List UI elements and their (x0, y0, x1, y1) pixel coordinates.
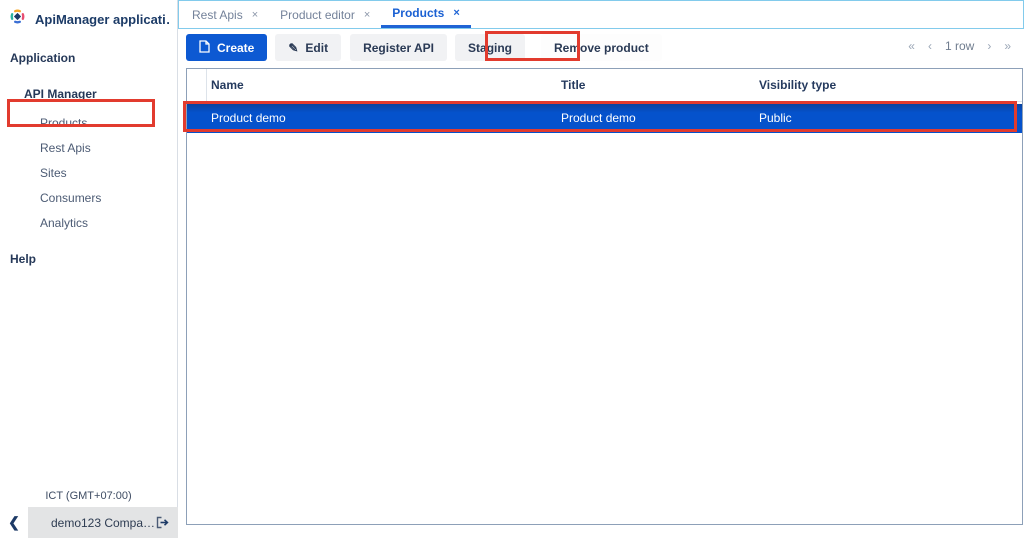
sidebar-collapse-button[interactable]: ❮ (0, 507, 28, 538)
cell-name: Product demo (211, 104, 286, 133)
sidebar-item-consumers[interactable]: Consumers (0, 185, 177, 210)
table-header-row: Name Title Visibility type (187, 69, 1022, 102)
toolbar: Create ✎ Edit Register API Staging Remov… (178, 33, 1024, 62)
staging-button[interactable]: Staging (455, 34, 525, 61)
pagination-row-count: 1 row (945, 39, 974, 53)
register-api-button-label: Register API (363, 41, 434, 55)
timezone-label: ICT (GMT+07:00) (0, 490, 177, 502)
edit-button-label: Edit (305, 41, 328, 55)
logout-icon[interactable] (156, 516, 169, 529)
sidebar-section-application: Application (10, 51, 177, 65)
app-header: ApiManager applicati… (0, 0, 177, 38)
create-file-icon (199, 40, 210, 56)
sidebar-item-analytics[interactable]: Analytics (0, 210, 177, 235)
tab-product-editor-label: Product editor (280, 8, 355, 22)
register-api-button[interactable]: Register API (350, 34, 447, 61)
column-header-name[interactable]: Name (211, 69, 244, 102)
tab-products[interactable]: Products × (381, 1, 470, 28)
pagination-last-button[interactable]: » (1004, 39, 1011, 53)
pencil-icon: ✎ (288, 42, 298, 54)
sidebar: ApiManager applicati… Application API Ma… (0, 0, 178, 538)
column-header-visibility-type[interactable]: Visibility type (759, 69, 836, 102)
sidebar-item-rest-apis[interactable]: Rest Apis (0, 135, 177, 160)
sidebar-item-products[interactable]: Products (0, 110, 177, 135)
main-area: Rest Apis × Product editor × Products × … (178, 0, 1024, 538)
app-title: ApiManager applicati… (35, 12, 171, 27)
tab-product-editor-close-icon[interactable]: × (364, 9, 370, 21)
tab-rest-apis[interactable]: Rest Apis × (181, 1, 269, 28)
sidebar-section-help: Help (10, 252, 177, 266)
column-header-title[interactable]: Title (561, 69, 585, 102)
sidebar-item-sites[interactable]: Sites (0, 160, 177, 185)
pagination-first-button[interactable]: « (908, 39, 915, 53)
create-button[interactable]: Create (186, 34, 267, 61)
pagination-prev-button[interactable]: ‹ (928, 39, 932, 53)
pagination: « ‹ 1 row › » (908, 39, 1011, 53)
pagination-next-button[interactable]: › (987, 39, 991, 53)
staging-button-label: Staging (468, 41, 512, 55)
sidebar-bottom-bar: ❮ demo123 Compa… (0, 507, 178, 538)
tab-products-label: Products (392, 6, 444, 20)
tab-product-editor[interactable]: Product editor × (269, 1, 381, 28)
tab-products-close-icon[interactable]: × (453, 7, 459, 19)
app-logo-icon (9, 8, 26, 30)
table-selection-column (187, 69, 207, 101)
tab-rest-apis-label: Rest Apis (192, 8, 243, 22)
remove-product-button-label: Remove product (554, 41, 649, 55)
tab-rest-apis-close-icon[interactable]: × (252, 9, 258, 21)
tab-bar: Rest Apis × Product editor × Products × (178, 0, 1024, 29)
create-button-label: Create (217, 41, 254, 55)
cell-visibility: Public (759, 104, 792, 133)
products-table: Name Title Visibility type Product demo … (186, 68, 1023, 525)
remove-product-button[interactable]: Remove product (541, 34, 662, 61)
user-menu-button[interactable]: demo123 Compa… (28, 507, 178, 538)
sidebar-section-api-manager: API Manager (24, 87, 177, 101)
cell-title: Product demo (561, 104, 636, 133)
edit-button[interactable]: ✎ Edit (275, 34, 341, 61)
user-name-label: demo123 Compa… (51, 516, 155, 530)
table-row-product-demo[interactable]: Product demo Product demo Public (187, 104, 1022, 133)
